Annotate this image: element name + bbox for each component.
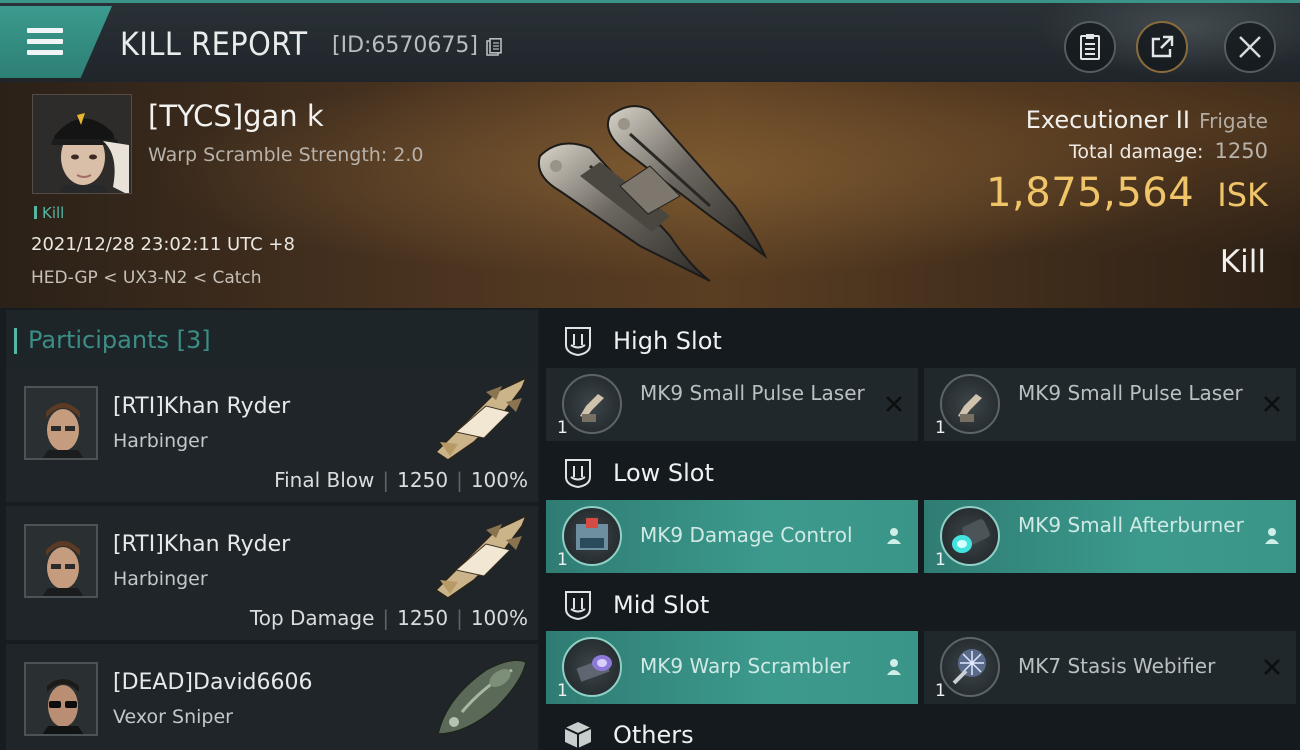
participant-stats: Final Blow | 1250 | 100% [274, 468, 528, 492]
module-quantity: 1 [935, 681, 946, 701]
participant-name[interactable]: [DEAD]David6606 [113, 670, 313, 695]
isk-value-line: 1,875,564 ISK [986, 170, 1268, 216]
participants-panel: Participants [3] [RTI]Khan Ryder Harbing… [0, 308, 540, 750]
vexor-ship-image [437, 659, 527, 735]
low-slot-icon [565, 459, 591, 489]
participants-title: Participants [3] [14, 326, 211, 354]
participant-role: Top Damage [249, 606, 375, 630]
participant-row[interactable]: [DEAD]David6606 Vexor Sniper [6, 644, 538, 750]
module-name: MK9 Warp Scrambler [640, 654, 850, 678]
victim-ship-image [538, 105, 768, 282]
header-bar: KILL REPORT [ID:6570675] [0, 0, 1300, 85]
module-quantity: 1 [557, 418, 568, 438]
dropped-icon [887, 659, 901, 675]
ship-class: Frigate [1199, 109, 1268, 133]
module-name: MK7 Stasis Webifier [1018, 654, 1216, 678]
menu-icon [27, 28, 63, 33]
result-label: Kill [1219, 244, 1266, 280]
module-card[interactable]: 1 MK7 Stasis Webifier [924, 631, 1296, 704]
module-name: MK9 Small Afterburner [1018, 513, 1244, 537]
location-route[interactable]: HED-GP < UX3-N2 < Catch [31, 268, 262, 288]
high-slot-header: High Slot [546, 312, 1300, 370]
isk-value: 1,875,564 [986, 170, 1195, 216]
total-damage-value: 1250 [1214, 139, 1268, 163]
participant-damage: 1250 [397, 468, 449, 492]
low-slot-label: Low Slot [613, 459, 714, 487]
others-label: Others [613, 721, 694, 749]
warp-scramble-strength: Warp Scramble Strength: 2.0 [148, 144, 424, 166]
module-card[interactable]: 1 MK9 Warp Scrambler [546, 631, 918, 704]
mid-slot-label: Mid Slot [613, 591, 710, 619]
participant-ship: Harbinger [113, 568, 208, 590]
clipboard-icon [1080, 34, 1100, 60]
victim-banner: [TYCS]gan k Warp Scramble Strength: 2.0 … [0, 82, 1300, 308]
participant-ship: Harbinger [113, 430, 208, 452]
total-damage: Total damage: 1250 [1069, 139, 1268, 163]
afterburner-icon [940, 506, 1000, 566]
destroyed-icon [886, 396, 902, 412]
participant-avatar[interactable] [24, 524, 98, 598]
share-button[interactable] [1136, 21, 1188, 73]
ship-info[interactable]: Executioner II Frigate [1026, 106, 1268, 134]
pulse-laser-icon [940, 374, 1000, 434]
participant-ship: Vexor Sniper [113, 706, 233, 728]
mid-slot-icon [565, 591, 591, 621]
participant-damage: 1250 [397, 606, 449, 630]
module-card[interactable]: 1 MK9 Damage Control [546, 500, 918, 573]
cube-icon [564, 722, 592, 748]
participant-avatar[interactable] [24, 386, 98, 460]
report-id: [ID:6570675] [332, 33, 478, 58]
harbinger-ship-image [434, 376, 528, 461]
module-card[interactable]: 1 MK9 Small Pulse Laser [546, 368, 918, 441]
victim-avatar[interactable] [32, 94, 132, 194]
module-quantity: 1 [557, 550, 568, 570]
pulse-laser-icon [562, 374, 622, 434]
participant-percent: 100% [470, 468, 528, 492]
participant-role: Final Blow [274, 468, 375, 492]
close-icon [1239, 36, 1261, 58]
victim-name[interactable]: [TYCS]gan k [148, 99, 324, 133]
mid-slot-header: Mid Slot [546, 576, 1300, 634]
high-slot-icon [565, 327, 591, 357]
module-card[interactable]: 1 MK9 Small Afterburner [924, 500, 1296, 573]
ship-name[interactable]: Executioner II [1026, 106, 1190, 134]
harbinger-ship-image [434, 514, 528, 599]
participant-percent: 100% [470, 606, 528, 630]
module-name: MK9 Damage Control [640, 523, 853, 547]
module-quantity: 1 [557, 681, 568, 701]
high-slot-label: High Slot [613, 327, 722, 355]
isk-unit: ISK [1217, 176, 1268, 214]
page-title: KILL REPORT [120, 25, 308, 63]
others-header: Others [546, 706, 1300, 750]
participants-header: Participants [3] [6, 310, 538, 368]
dropped-icon [1265, 528, 1279, 544]
module-quantity: 1 [935, 418, 946, 438]
participant-row[interactable]: [RTI]Khan Ryder Harbinger Top Damage | 125… [6, 506, 538, 640]
module-name: MK9 Small Pulse Laser [640, 381, 865, 405]
copy-icon[interactable] [486, 38, 502, 56]
participant-avatar[interactable] [24, 662, 98, 736]
destroyed-icon [1264, 396, 1280, 412]
total-damage-label: Total damage: [1069, 141, 1204, 163]
warp-scrambler-icon [562, 637, 622, 697]
participant-stats: Top Damage | 1250 | 100% [249, 606, 528, 630]
low-slot-header: Low Slot [546, 444, 1300, 502]
close-button[interactable] [1224, 21, 1276, 73]
participant-name[interactable]: [RTI]Khan Ryder [113, 394, 290, 419]
destroyed-icon [1264, 659, 1280, 675]
module-name: MK9 Small Pulse Laser [1018, 381, 1243, 405]
stasis-webifier-icon [940, 637, 1000, 697]
kill-datetime: 2021/12/28 23:02:11 UTC +8 [31, 234, 295, 255]
menu-button[interactable] [0, 6, 112, 78]
participant-name[interactable]: [RTI]Khan Ryder [113, 532, 290, 557]
dropped-icon [887, 528, 901, 544]
module-card[interactable]: 1 MK9 Small Pulse Laser [924, 368, 1296, 441]
clipboard-button[interactable] [1064, 21, 1116, 73]
module-quantity: 1 [935, 550, 946, 570]
participant-row[interactable]: [RTI]Khan Ryder Harbinger Final Blow | 125… [6, 368, 538, 502]
fitting-panel: High Slot 1 MK9 Small Pulse Laser 1 MK9 … [546, 308, 1300, 750]
share-icon [1151, 35, 1174, 58]
kill-tag: Kill [34, 204, 64, 222]
damage-control-icon [562, 506, 622, 566]
